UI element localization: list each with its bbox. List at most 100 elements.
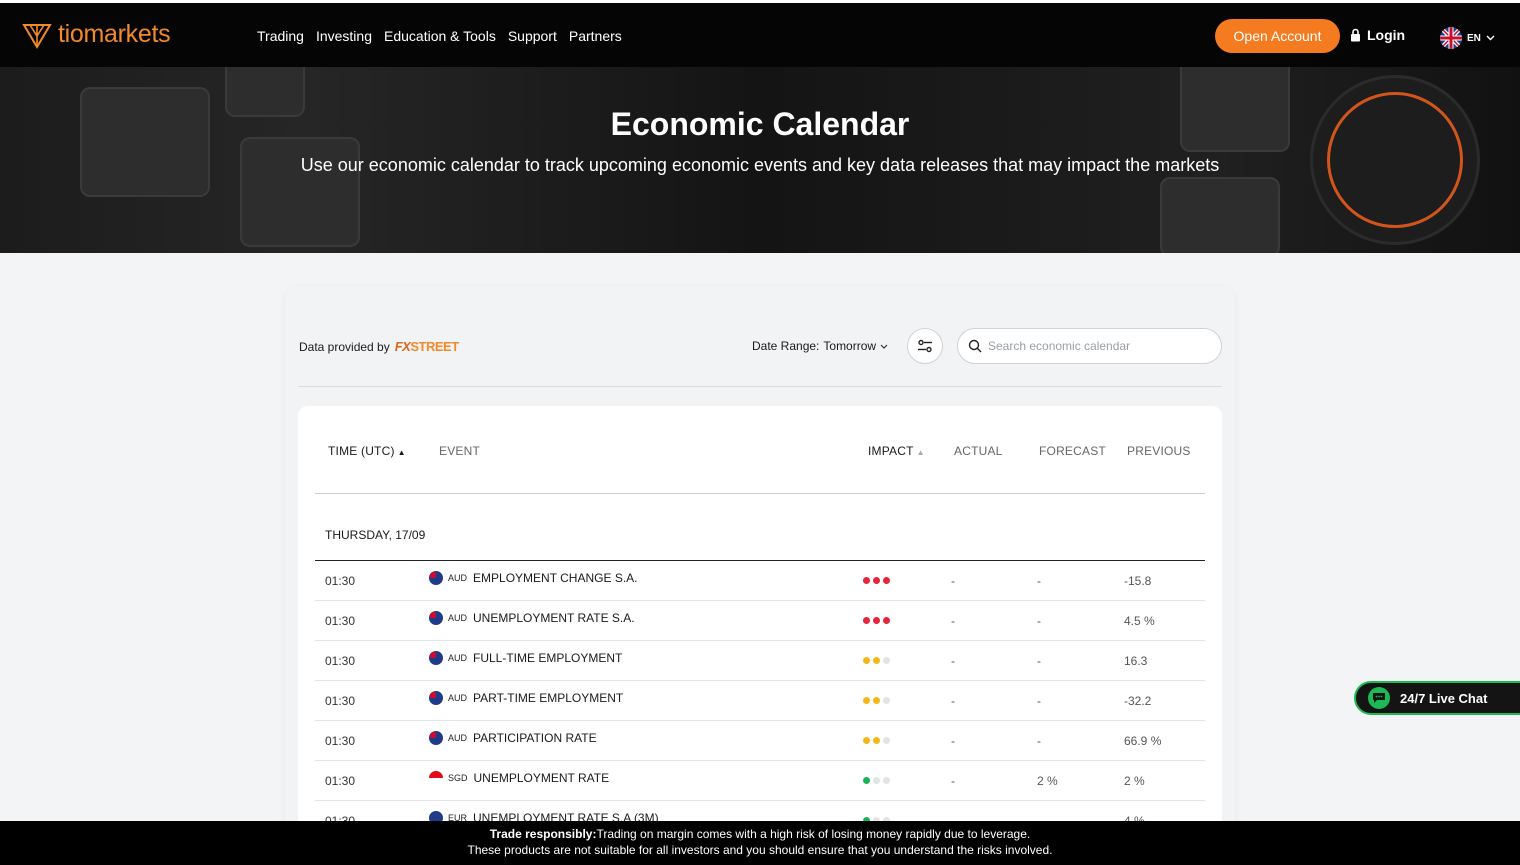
nav-partners[interactable]: Partners bbox=[569, 28, 622, 44]
lock-icon bbox=[1351, 28, 1360, 42]
impact-dot bbox=[883, 617, 890, 624]
impact-dot bbox=[883, 577, 890, 584]
table-row[interactable]: 01:30 AUD EMPLOYMENT CHANGE S.A. - - -15.8 bbox=[315, 561, 1205, 601]
event-currency: AUD bbox=[448, 733, 468, 743]
table-row[interactable]: 01:30 AUD FULL-TIME EMPLOYMENT - - 16.3 bbox=[315, 641, 1205, 681]
nav-investing[interactable]: Investing bbox=[316, 28, 372, 44]
risk-warning-line2: These products are not suitable for all … bbox=[467, 843, 1053, 857]
table-row[interactable]: 01:30 SGD UNEMPLOYMENT RATE - 2 % 2 % bbox=[315, 761, 1205, 801]
chevron-down-icon bbox=[1486, 35, 1495, 41]
search-icon bbox=[968, 339, 982, 353]
event-time: 01:30 bbox=[325, 654, 356, 668]
event-currency: AUD bbox=[448, 693, 468, 703]
date-range-dropdown[interactable]: Date Range: Tomorrow bbox=[752, 339, 888, 353]
sgd-flag-icon bbox=[429, 771, 443, 785]
risk-warning-footer: Trade responsibly:Trading on margin come… bbox=[0, 821, 1520, 865]
column-header-previous: PREVIOUS bbox=[1127, 444, 1191, 458]
page-subtitle: Use our economic calendar to track upcom… bbox=[300, 155, 1220, 175]
day-heading: THURSDAY, 17/09 bbox=[325, 528, 426, 542]
date-range-label: Date Range: bbox=[752, 339, 820, 353]
event-forecast: - bbox=[1037, 574, 1041, 588]
impact-dot bbox=[863, 737, 870, 744]
impact-dot bbox=[873, 617, 880, 624]
impact-dot bbox=[873, 657, 880, 664]
event-cell: AUD PARTICIPATION RATE bbox=[429, 731, 597, 745]
event-currency: AUD bbox=[448, 653, 468, 663]
event-actual: - bbox=[951, 734, 955, 748]
live-chat-label: 24/7 Live Chat bbox=[1400, 690, 1488, 706]
impact-dot bbox=[873, 737, 880, 744]
aud-flag-icon bbox=[429, 611, 443, 625]
column-header-forecast: FORECAST bbox=[1039, 444, 1106, 458]
event-actual: - bbox=[951, 774, 955, 788]
event-forecast: - bbox=[1037, 694, 1041, 708]
chevron-down-icon bbox=[880, 344, 888, 349]
impact-dot bbox=[873, 777, 880, 784]
impact-indicator bbox=[863, 697, 890, 704]
nav-education-tools[interactable]: Education & Tools bbox=[384, 28, 496, 44]
fxstreet-logo[interactable]: FXSTREET bbox=[395, 339, 459, 354]
login-link[interactable]: Login bbox=[1350, 27, 1405, 43]
impact-indicator bbox=[863, 777, 890, 784]
date-range-value: Tomorrow bbox=[823, 339, 877, 353]
column-header-impact[interactable]: IMPACT ▲ bbox=[868, 444, 925, 458]
tiomarkets-logo[interactable]: tiomarkets bbox=[22, 19, 171, 49]
table-row[interactable]: 01:30 AUD PART-TIME EMPLOYMENT - - -32.2 bbox=[315, 681, 1205, 721]
event-time: 01:30 bbox=[325, 574, 356, 588]
event-cell: AUD FULL-TIME EMPLOYMENT bbox=[429, 651, 622, 665]
impact-dot bbox=[883, 697, 890, 704]
tiomarkets-logo-icon bbox=[22, 24, 52, 49]
header-divider bbox=[315, 493, 1205, 494]
impact-dot bbox=[883, 737, 890, 744]
open-account-button[interactable]: Open Account bbox=[1215, 19, 1340, 53]
event-actual: - bbox=[951, 654, 955, 668]
data-provider: Data provided by FXSTREET bbox=[299, 339, 459, 354]
sort-asc-icon: ▲ bbox=[397, 448, 406, 457]
impact-dot bbox=[873, 577, 880, 584]
event-previous: 16.3 bbox=[1124, 654, 1148, 668]
aud-flag-icon bbox=[429, 731, 443, 745]
table-row[interactable]: 01:30 AUD UNEMPLOYMENT RATE S.A. - - 4.5 % bbox=[315, 601, 1205, 641]
impact-dot bbox=[873, 697, 880, 704]
search-box[interactable] bbox=[957, 328, 1222, 364]
event-previous: 66.9 % bbox=[1124, 734, 1162, 748]
live-chat-button[interactable]: 24/7 Live Chat bbox=[1354, 681, 1520, 715]
chat-bubble-icon bbox=[1368, 687, 1390, 709]
calendar-table: TIME (UTC) ▲ EVENT IMPACT ▲ ACTUAL FORECAS… bbox=[298, 406, 1222, 846]
hero-banner: Economic Calendar Use our economic calen… bbox=[0, 67, 1520, 253]
event-forecast: 2 % bbox=[1037, 774, 1058, 788]
impact-dot bbox=[883, 777, 890, 784]
event-name: UNEMPLOYMENT RATE bbox=[473, 771, 610, 785]
event-previous: -32.2 bbox=[1124, 694, 1152, 708]
search-input[interactable] bbox=[988, 339, 1208, 353]
nav-support[interactable]: Support bbox=[508, 28, 557, 44]
event-actual: - bbox=[951, 574, 955, 588]
column-header-actual: ACTUAL bbox=[954, 444, 1003, 458]
provided-label: Data provided by bbox=[299, 339, 390, 354]
event-time: 01:30 bbox=[325, 734, 356, 748]
aud-flag-icon bbox=[429, 571, 443, 585]
event-previous: 4.5 % bbox=[1124, 614, 1155, 628]
impact-dot bbox=[863, 697, 870, 704]
column-header-time[interactable]: TIME (UTC) ▲ bbox=[328, 444, 406, 458]
event-currency: AUD bbox=[448, 573, 468, 583]
impact-dot bbox=[863, 777, 870, 784]
filter-button[interactable] bbox=[907, 328, 943, 364]
logo-wordmark: tiomarkets bbox=[58, 19, 171, 48]
impact-indicator bbox=[863, 737, 890, 744]
event-forecast: - bbox=[1037, 734, 1041, 748]
event-currency: AUD bbox=[448, 613, 468, 623]
language-selector[interactable]: EN bbox=[1440, 27, 1495, 49]
column-header-event: EVENT bbox=[439, 444, 481, 458]
event-time: 01:30 bbox=[325, 774, 356, 788]
event-cell: AUD UNEMPLOYMENT RATE S.A. bbox=[429, 611, 635, 625]
economic-calendar-card: Data provided by FXSTREET Date Range: To… bbox=[285, 286, 1235, 846]
event-name: PARTICIPATION RATE bbox=[473, 731, 597, 745]
event-time: 01:30 bbox=[325, 614, 356, 628]
divider bbox=[298, 386, 1222, 387]
nav-trading[interactable]: Trading bbox=[257, 28, 304, 44]
table-row[interactable]: 01:30 AUD PARTICIPATION RATE - - 66.9 % bbox=[315, 721, 1205, 761]
calendar-decoration bbox=[240, 137, 360, 247]
event-currency: SGD bbox=[448, 773, 468, 783]
top-nav-bar: tiomarkets Trading Investing Education &… bbox=[0, 0, 1520, 67]
